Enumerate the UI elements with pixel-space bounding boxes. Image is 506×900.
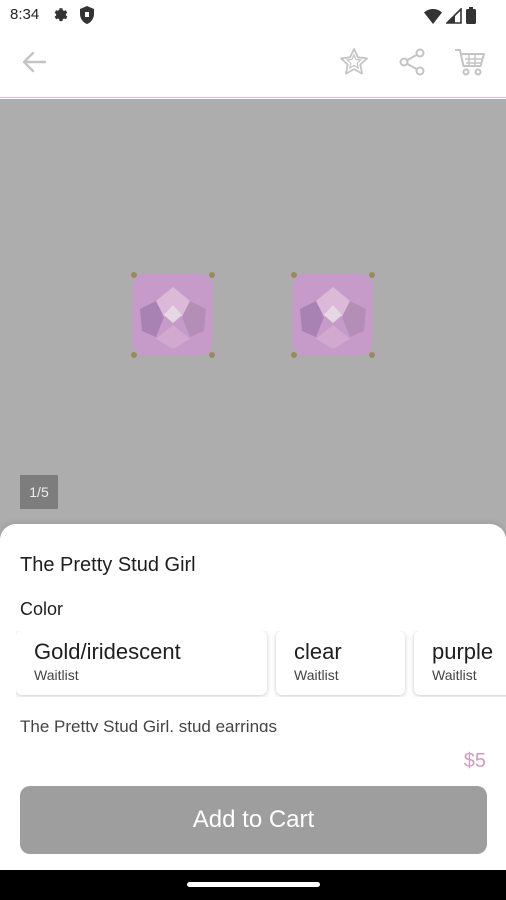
cart-icon	[454, 47, 486, 82]
back-arrow-icon	[19, 47, 49, 82]
app-bar	[0, 32, 506, 98]
shield-icon	[79, 6, 95, 29]
battery-icon	[466, 7, 476, 29]
color-label: Color	[20, 599, 64, 619]
status-bar: 8:34	[0, 0, 506, 32]
product-details-sheet: The Pretty Stud Girl Color Gold/iridesce…	[0, 524, 506, 900]
star-icon	[338, 46, 370, 83]
home-gesture-handle[interactable]	[187, 882, 320, 887]
product-title: The Pretty Stud Girl	[20, 554, 196, 576]
earring-right-image	[288, 269, 378, 361]
back-button[interactable]	[16, 46, 52, 82]
status-icons	[424, 6, 476, 29]
description-divider	[0, 732, 506, 746]
color-options: Gold/iridescent Waitlist clear Waitlist …	[16, 631, 506, 697]
product-image-gallery[interactable]: 1/5	[0, 99, 506, 539]
share-icon	[397, 47, 427, 82]
gear-icon	[52, 6, 70, 29]
product-price: $5	[463, 750, 486, 772]
wifi-icon	[424, 8, 442, 29]
color-option-clear[interactable]: clear Waitlist	[276, 631, 405, 695]
share-button[interactable]	[394, 46, 430, 82]
option-name: clear	[294, 639, 342, 664]
cart-button[interactable]	[452, 46, 488, 82]
option-status: Waitlist	[294, 667, 339, 683]
favorite-button[interactable]	[336, 46, 372, 82]
system-nav-bar	[0, 870, 506, 900]
option-name: Gold/iridescent	[34, 639, 181, 664]
option-status: Waitlist	[34, 667, 79, 683]
earring-left-image	[128, 269, 218, 361]
option-name: purple	[432, 639, 494, 664]
image-counter: 1/5	[20, 475, 58, 509]
color-option-purple[interactable]: purple Waitlist	[414, 631, 506, 695]
color-option-gold-iridescent[interactable]: Gold/iridescent Waitlist	[16, 631, 267, 695]
add-to-cart-button[interactable]: Add to Cart	[20, 786, 487, 854]
option-status: Waitlist	[432, 667, 477, 683]
signal-icon	[445, 6, 462, 29]
status-time: 8:34	[10, 6, 40, 23]
